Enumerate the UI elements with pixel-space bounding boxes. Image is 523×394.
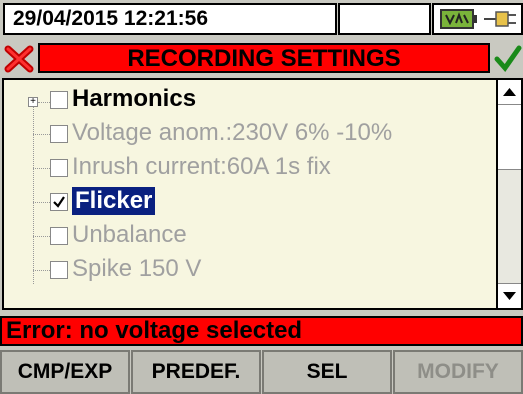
checkbox-voltage-anomalies[interactable] bbox=[50, 125, 68, 143]
list-item-harmonics[interactable]: + Harmonics bbox=[4, 83, 494, 115]
list-item-inrush-current[interactable]: Inrush current:60A 1s fix bbox=[4, 151, 494, 183]
arrow-up-icon bbox=[503, 88, 516, 96]
checkbox-flicker[interactable] bbox=[50, 193, 68, 211]
checkbox-harmonics[interactable] bbox=[50, 91, 68, 109]
datetime-display: 29/04/2015 12:21:56 bbox=[3, 3, 337, 35]
check-icon bbox=[53, 196, 65, 208]
recording-settings-list: + Harmonics Voltage anom.:230V 6% -10% I… bbox=[2, 78, 498, 310]
checkbox-unbalance[interactable] bbox=[50, 227, 68, 245]
list-item-label: Voltage anom.:230V 6% -10% bbox=[72, 119, 393, 146]
status-blank-cell bbox=[338, 3, 431, 35]
battery-icon bbox=[440, 9, 477, 29]
close-icon bbox=[4, 45, 34, 73]
arrow-down-icon bbox=[503, 292, 516, 300]
list-item-label: Harmonics bbox=[72, 85, 197, 112]
checkbox-inrush-current[interactable] bbox=[50, 159, 68, 177]
title-bar: RECORDING SETTINGS bbox=[0, 40, 523, 76]
close-button[interactable] bbox=[4, 45, 34, 73]
scroll-down-button[interactable] bbox=[498, 283, 521, 308]
predef-button[interactable]: PREDEF. bbox=[131, 350, 261, 394]
modify-button[interactable]: MODIFY bbox=[393, 350, 523, 394]
list-scrollbar[interactable] bbox=[498, 78, 523, 310]
status-bar: 29/04/2015 12:21:56 bbox=[0, 0, 523, 40]
error-message: Error: no voltage selected bbox=[0, 316, 523, 346]
checkbox-spike[interactable] bbox=[50, 261, 68, 279]
list-item-label: Unbalance bbox=[72, 221, 187, 248]
page-title: RECORDING SETTINGS bbox=[38, 43, 490, 73]
checkmark-icon bbox=[494, 45, 522, 73]
list-item-spike[interactable]: Spike 150 V bbox=[4, 253, 494, 285]
power-status-cell bbox=[432, 3, 523, 35]
list-item-unbalance[interactable]: Unbalance bbox=[4, 219, 494, 251]
scroll-thumb[interactable] bbox=[498, 105, 521, 170]
list-item-label: Inrush current:60A 1s fix bbox=[72, 153, 331, 180]
list-item-label: Spike 150 V bbox=[72, 255, 202, 282]
expand-icon[interactable]: + bbox=[28, 97, 38, 107]
sel-button[interactable]: SEL bbox=[262, 350, 392, 394]
list-item-voltage-anomalies[interactable]: Voltage anom.:230V 6% -10% bbox=[4, 117, 494, 149]
confirm-button[interactable] bbox=[494, 43, 522, 73]
function-buttons: CMP/EXP PREDEF. SEL MODIFY bbox=[0, 346, 523, 394]
scroll-up-button[interactable] bbox=[498, 80, 521, 105]
plug-icon bbox=[484, 11, 516, 27]
list-item-flicker[interactable]: Flicker bbox=[4, 185, 494, 217]
cmp-exp-button[interactable]: CMP/EXP bbox=[0, 350, 130, 394]
list-item-label: Flicker bbox=[72, 187, 156, 215]
